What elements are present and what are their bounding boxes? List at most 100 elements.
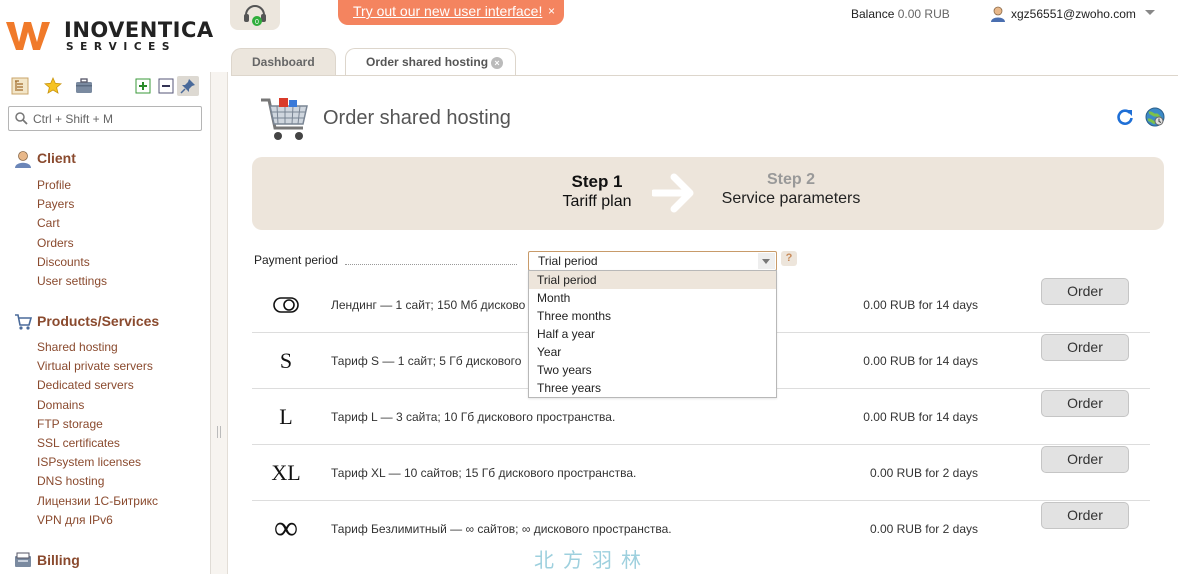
plan-description: Тариф S — 1 сайт; 5 Гб дискового xyxy=(331,354,522,368)
tree-view-icon[interactable] xyxy=(10,76,30,96)
period-option-three-years[interactable]: Three years xyxy=(529,379,776,397)
search-input[interactable] xyxy=(33,110,193,127)
step-1-subtitle: Tariff plan xyxy=(562,193,632,210)
collapse-all-icon[interactable] xyxy=(156,76,176,96)
period-option-trial[interactable]: Trial period xyxy=(529,271,776,289)
sidebar-item-cart[interactable]: Cart xyxy=(37,214,107,233)
sidebar-item-dedicated-servers[interactable]: Dedicated servers xyxy=(37,376,158,395)
order-button[interactable]: Order xyxy=(1041,446,1129,473)
billing-icon xyxy=(15,552,31,567)
help-icon[interactable]: ? xyxy=(781,251,797,266)
plan-symbol: ∞ xyxy=(273,510,299,547)
brand-subtitle: SERVICES xyxy=(66,41,177,53)
step-1: Step 1 Tariff plan xyxy=(552,172,642,211)
order-button[interactable]: Order xyxy=(1041,334,1129,361)
support-button[interactable]: 0 xyxy=(230,0,280,30)
sidebar-item-discounts[interactable]: Discounts xyxy=(37,253,107,272)
order-button[interactable]: Order xyxy=(1041,502,1129,529)
plan-description: Лендинг — 1 сайт; 150 Мб дисково xyxy=(331,298,526,312)
expand-all-icon[interactable] xyxy=(133,76,153,96)
user-menu[interactable]: xgz56551@zwoho.com xyxy=(990,5,1155,26)
close-banner-icon[interactable]: × xyxy=(548,0,555,22)
balance: Balance 0.00 RUB xyxy=(851,7,950,21)
chevron-down-icon xyxy=(1145,10,1155,15)
plan-description: Тариф XL — 10 сайтов; 15 Гб дискового пр… xyxy=(331,466,637,480)
close-tab-icon[interactable]: × xyxy=(491,57,503,69)
briefcase-icon[interactable] xyxy=(74,76,94,96)
sidebar-group-title[interactable]: Client xyxy=(37,150,76,166)
sidebar-toolbar xyxy=(10,76,200,98)
try-new-ui-banner: Try out our new user interface! × xyxy=(338,0,564,25)
payment-period-label: Payment period xyxy=(254,253,339,267)
pin-icon[interactable] xyxy=(177,76,199,96)
plan-symbol: L xyxy=(279,404,293,429)
payment-period-dropdown: Trial period Month Three months Half a y… xyxy=(528,270,777,398)
sidebar-item-vpn-ipv6[interactable]: VPN для IPv6 xyxy=(37,511,158,530)
logo-mark-icon xyxy=(6,22,50,50)
period-option-half-year[interactable]: Half a year xyxy=(529,325,776,343)
user-icon xyxy=(991,6,1005,22)
plan-price: 0.00 RUB for 14 days xyxy=(863,410,978,424)
logo[interactable]: INOVENTICA SERVICES xyxy=(4,14,213,56)
globe-icon[interactable] xyxy=(1145,107,1165,127)
page-title: Order shared hosting xyxy=(323,107,511,129)
sidebar-item-bitrix-licenses[interactable]: Лицензии 1С-Битрикс xyxy=(37,492,158,511)
favorites-star-icon[interactable] xyxy=(43,76,63,96)
plan-row: ∞ Тариф Безлимитный — ∞ сайтов; ∞ дисков… xyxy=(252,501,1150,557)
sidebar-item-profile[interactable]: Profile xyxy=(37,176,107,195)
headset-icon: 0 xyxy=(244,5,266,26)
search-icon xyxy=(15,112,28,125)
balance-value: 0.00 RUB xyxy=(897,7,950,21)
tab-order-shared-hosting[interactable]: Order shared hosting × xyxy=(345,48,516,75)
plan-symbol: XL xyxy=(271,460,301,485)
sidebar-group-title[interactable]: Products/Services xyxy=(37,313,159,329)
cart-icon xyxy=(15,314,32,330)
sidebar-item-domains[interactable]: Domains xyxy=(37,396,158,415)
sidebar-group-title[interactable]: Billing xyxy=(37,552,80,568)
user-email: xgz56551@zwoho.com xyxy=(1011,7,1136,21)
menu-search xyxy=(8,106,202,131)
refresh-icon[interactable] xyxy=(1116,108,1134,126)
period-option-month[interactable]: Month xyxy=(529,289,776,307)
sidebar-item-dns-hosting[interactable]: DNS hosting xyxy=(37,472,158,491)
payment-period-value: Trial period xyxy=(538,254,598,268)
toggle-icon xyxy=(258,277,314,333)
step-1-title: Step 1 xyxy=(571,172,623,191)
order-button[interactable]: Order xyxy=(1041,278,1129,305)
shopping-cart-icon xyxy=(261,98,308,140)
sidebar-item-ispsystem-licenses[interactable]: ISPsystem licenses xyxy=(37,453,158,472)
wizard-steps: Step 1 Tariff plan Step 2 Service parame… xyxy=(252,157,1164,230)
step-2: Step 2 Service parameters xyxy=(718,171,864,208)
step-2-title: Step 2 xyxy=(766,171,815,188)
sidebar-item-ftp-storage[interactable]: FTP storage xyxy=(37,415,158,434)
step-arrow-icon xyxy=(652,173,694,213)
period-option-year[interactable]: Year xyxy=(529,343,776,361)
sidebar-item-vps[interactable]: Virtual private servers xyxy=(37,357,158,376)
chevron-down-icon[interactable] xyxy=(758,253,775,269)
plan-symbol: S xyxy=(279,348,293,373)
plan-price: 0.00 RUB for 2 days xyxy=(869,522,978,536)
order-button[interactable]: Order xyxy=(1041,390,1129,417)
sidebar-item-user-settings[interactable]: User settings xyxy=(37,272,107,291)
sidebar-item-shared-hosting[interactable]: Shared hosting xyxy=(37,338,158,357)
payment-period-select[interactable]: Trial period xyxy=(528,251,777,271)
support-badge: 0 xyxy=(255,19,259,26)
watermark: 北方羽林 xyxy=(534,548,650,572)
period-option-three-months[interactable]: Three months xyxy=(529,307,776,325)
sidebar-item-orders[interactable]: Orders xyxy=(37,234,107,253)
plan-row: XL Тариф XL — 10 сайтов; 15 Гб дискового… xyxy=(252,445,1150,501)
sidebar-resizer[interactable] xyxy=(211,72,228,574)
plan-price: 0.00 RUB for 14 days xyxy=(863,298,978,312)
try-new-ui-link[interactable]: Try out our new user interface! xyxy=(353,0,542,22)
tab-label: Order shared hosting xyxy=(366,55,489,69)
tab-underline xyxy=(231,75,1178,76)
tab-dashboard[interactable]: Dashboard xyxy=(231,48,336,75)
client-icon xyxy=(15,151,31,168)
sidebar-item-ssl-certificates[interactable]: SSL certificates xyxy=(37,434,158,453)
step-2-subtitle: Service parameters xyxy=(721,190,861,207)
sidebar-item-payers[interactable]: Payers xyxy=(37,195,107,214)
sidebar: Client Profile Payers Cart Orders Discou… xyxy=(0,70,210,574)
plan-description: Тариф L — 3 сайта; 10 Гб дискового прост… xyxy=(331,410,616,424)
plan-description: Тариф Безлимитный — ∞ сайтов; ∞ дисковог… xyxy=(331,522,672,536)
period-option-two-years[interactable]: Two years xyxy=(529,361,776,379)
